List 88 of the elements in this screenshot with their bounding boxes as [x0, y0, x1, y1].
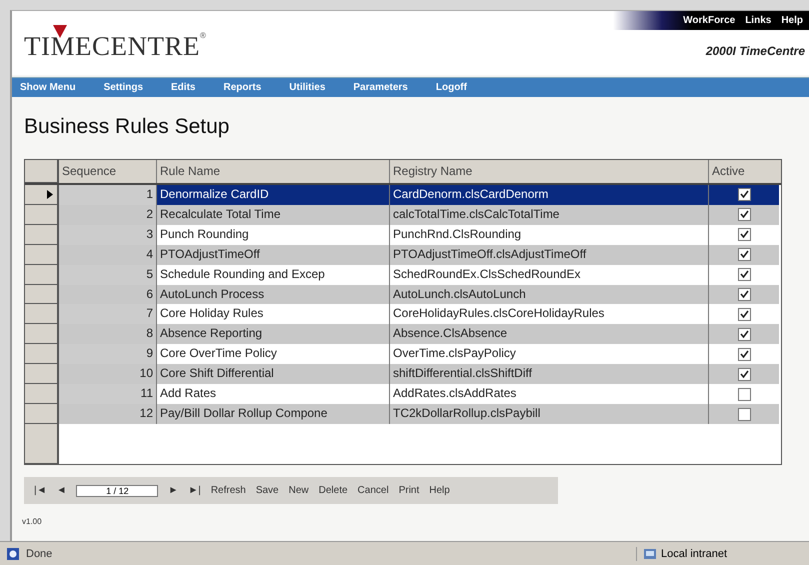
table-cell: AddRates.clsAddRates — [390, 384, 709, 404]
table-cell: 5 — [59, 264, 157, 285]
table-row[interactable]: 3 Punch Rounding PunchRnd.ClsRounding — [25, 224, 781, 245]
table-cell: 11 — [59, 384, 157, 404]
table-cell: 4 — [59, 244, 157, 265]
product-name: 2000I TimeCentre — [706, 44, 805, 58]
table-row[interactable]: 2 Recalculate Total Time calcTotalTime.clsCalcTotalTime — [25, 204, 781, 225]
current-row-icon — [47, 190, 53, 199]
toolbar-button[interactable]: Delete — [314, 485, 352, 496]
top-link[interactable]: Help — [781, 15, 803, 26]
toolbar-button[interactable]: Refresh — [206, 485, 250, 496]
menu-item[interactable]: Edits — [171, 82, 196, 93]
checkbox[interactable] — [738, 368, 750, 381]
top-link[interactable]: WorkForce — [683, 15, 736, 26]
table-cell: 8 — [59, 324, 157, 344]
logo: TIMECENTRE® — [12, 11, 206, 75]
menu-item[interactable]: Logoff — [436, 82, 467, 93]
table-cell: Core Holiday Rules — [157, 304, 390, 324]
table-cell: Absence Reporting — [157, 324, 390, 344]
table-row[interactable]: 7 Core Holiday Rules CoreHolidayRules.clsCoreHolidayRules — [25, 304, 781, 324]
table-cell: PTOAdjustTimeOff.clsAdjustTimeOff — [390, 244, 709, 265]
table-cell: CoreHolidayRules.clsCoreHolidayRules — [390, 304, 709, 324]
table-cell: SchedRoundEx.ClsSchedRoundEx — [390, 264, 709, 285]
table-cell: CardDenorm.clsCardDenorm — [390, 184, 709, 205]
table-cell: shiftDifferential.clsShiftDiff — [390, 364, 709, 384]
table-cell: 6 — [59, 284, 157, 304]
checkbox[interactable] — [738, 388, 750, 401]
row-selector[interactable] — [25, 184, 59, 205]
checkbox[interactable] — [738, 288, 750, 301]
table-cell: calcTotalTime.clsCalcTotalTime — [390, 204, 709, 225]
table-row[interactable]: 4 PTOAdjustTimeOff PTOAdjustTimeOff.clsAdjustTimeOff — [25, 244, 781, 265]
table-cell: AutoLunch Process — [157, 284, 390, 304]
toolbar-button[interactable]: Cancel — [354, 485, 393, 496]
checkbox[interactable] — [738, 308, 750, 321]
intranet-icon — [643, 546, 657, 560]
table-row[interactable]: 10 Core Shift Differential shiftDifferential.clsShiftDiff — [25, 364, 781, 384]
checkbox[interactable] — [738, 348, 750, 361]
first-record-button[interactable]: |◄ — [30, 485, 50, 496]
table-cell: TC2kDollarRollup.clsPaybill — [390, 404, 709, 424]
checkbox[interactable] — [738, 408, 750, 420]
checkbox[interactable] — [738, 228, 750, 242]
page-icon — [6, 546, 20, 560]
table-cell: Pay/Bill Dollar Rollup Compone — [157, 404, 390, 424]
version-label: v1.00 — [22, 517, 43, 526]
page-title: Business Rules Setup — [24, 115, 230, 139]
table-cell: 1 — [59, 184, 157, 205]
status-text: Done — [26, 548, 52, 560]
table-cell: AutoLunch.clsAutoLunch — [390, 284, 709, 304]
table-cell: Schedule Rounding and Excep — [157, 264, 390, 285]
menu-item[interactable]: Reports — [223, 82, 262, 93]
checkbox[interactable] — [738, 188, 750, 202]
table-cell: 9 — [59, 344, 157, 364]
table-row[interactable]: 12 Pay/Bill Dollar Rollup Compone TC2kDollarRollup.clsPaybill — [25, 404, 781, 424]
toolbar-button[interactable]: Help — [425, 485, 454, 496]
checkbox[interactable] — [738, 328, 750, 341]
toolbar-button[interactable]: New — [284, 485, 313, 496]
table-row[interactable]: 8 Absence Reporting Absence.ClsAbsence — [25, 324, 781, 344]
record-position-field[interactable]: 1 / 12 — [76, 484, 158, 496]
top-link[interactable]: Links — [745, 15, 772, 26]
menu-item[interactable]: Show Menu — [20, 82, 76, 93]
table-cell: Denormalize CardID — [157, 184, 390, 205]
table-cell: 7 — [59, 304, 157, 324]
table-cell: Absence.ClsAbsence — [390, 324, 709, 344]
checkbox[interactable] — [738, 248, 750, 262]
checkbox[interactable] — [738, 208, 750, 222]
checkbox[interactable] — [738, 268, 750, 282]
menu-item[interactable]: Parameters — [353, 82, 408, 93]
toolbar-button[interactable]: Print — [394, 485, 424, 496]
table-cell: 12 — [59, 404, 157, 424]
table-row[interactable]: 1 Denormalize CardID CardDenorm.clsCardDenorm — [25, 184, 781, 205]
table-cell: 10 — [59, 364, 157, 384]
table-row[interactable]: 6 AutoLunch Process AutoLunch.clsAutoLunch — [25, 284, 781, 304]
previous-record-button[interactable]: ◄ — [52, 485, 70, 496]
next-record-button[interactable]: ► — [164, 485, 182, 496]
table-cell: 2 — [59, 204, 157, 225]
table-cell: Recalculate Total Time — [157, 204, 390, 225]
zone-text: Local intranet — [661, 548, 728, 560]
table-cell: Core Shift Differential — [157, 364, 390, 384]
table-row[interactable]: 5 Schedule Rounding and Excep SchedRoundEx.ClsSchedRoundEx — [25, 264, 781, 285]
table-cell: 3 — [59, 224, 157, 245]
menu-item[interactable]: Settings — [104, 82, 144, 93]
menu-item[interactable]: Utilities — [289, 82, 326, 93]
last-record-button[interactable]: ►| — [184, 485, 205, 496]
table-cell: Add Rates — [157, 384, 390, 404]
table-row[interactable]: 11 Add Rates AddRates.clsAddRates — [25, 384, 781, 404]
toolbar-button[interactable]: Save — [252, 485, 283, 496]
table-row[interactable]: 9 Core OverTime Policy OverTime.clsPayPolicy — [25, 344, 781, 364]
table-cell: PTOAdjustTimeOff — [157, 244, 390, 265]
